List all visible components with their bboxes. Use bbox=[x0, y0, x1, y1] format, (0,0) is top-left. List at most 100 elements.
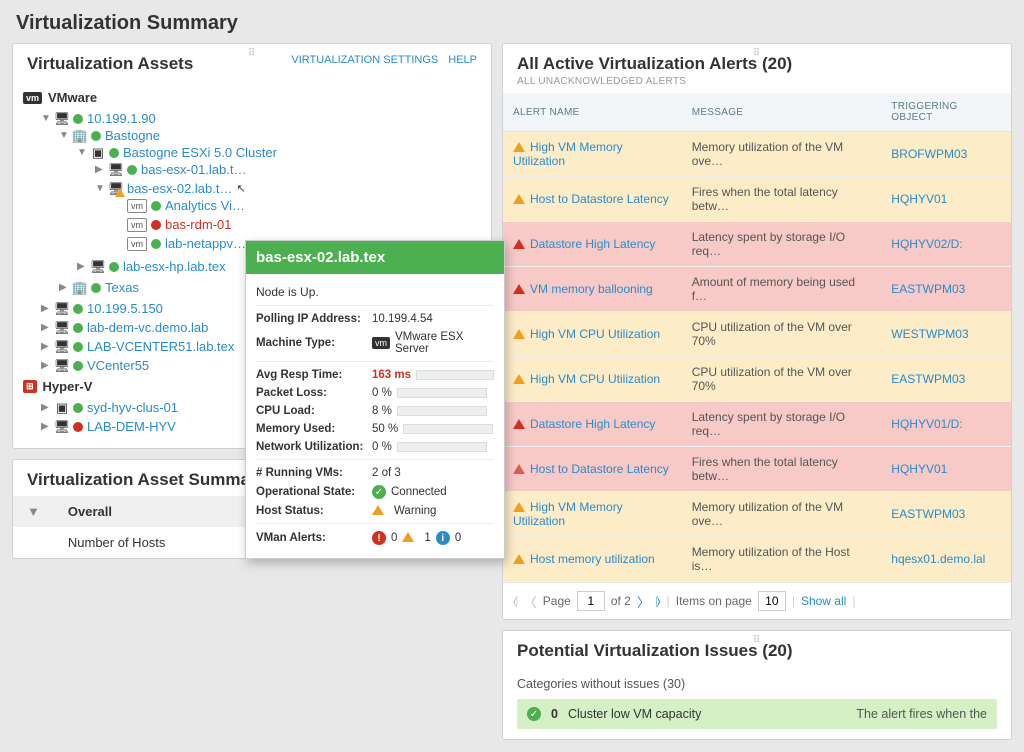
hyperv-icon: ⊞ bbox=[23, 380, 37, 393]
alert-name-link[interactable]: Datastore High Latency bbox=[530, 417, 655, 431]
alert-row[interactable]: VM memory ballooningAmount of memory bei… bbox=[503, 267, 1011, 312]
help-link[interactable]: HELP bbox=[448, 54, 477, 66]
alert-row[interactable]: Datastore High LatencyLatency spent by s… bbox=[503, 222, 1011, 267]
alert-name-link[interactable]: Datastore High Latency bbox=[530, 237, 655, 251]
collapse-icon[interactable]: ▼ bbox=[13, 496, 54, 527]
packet-bar bbox=[397, 388, 487, 398]
tree-label: LAB-VCENTER51.lab.tex bbox=[87, 339, 234, 354]
caret-right-icon[interactable]: ▶ bbox=[41, 360, 51, 371]
caret-right-icon[interactable]: ▶ bbox=[41, 402, 51, 413]
tree-label: Analytics Vi… bbox=[165, 198, 245, 213]
next-page-button[interactable]: 〉 bbox=[637, 592, 650, 611]
last-page-button[interactable]: ⦊ bbox=[656, 593, 661, 609]
alert-row[interactable]: Host to Datastore Latency Fires when the … bbox=[503, 177, 1011, 222]
caret-right-icon[interactable]: ▶ bbox=[41, 322, 51, 333]
caret-down-icon[interactable]: ▼ bbox=[41, 113, 51, 124]
host-icon: 🖥 bbox=[55, 112, 69, 126]
severity-icon bbox=[513, 464, 525, 474]
caret-right-icon[interactable]: ▶ bbox=[59, 282, 69, 293]
issues-panel: ⠿ Potential Virtualization Issues (20) C… bbox=[502, 630, 1012, 740]
alert-message: CPU utilization of the VM over 70% bbox=[682, 357, 882, 402]
alert-name-link[interactable]: High VM Memory Utilization bbox=[513, 140, 623, 168]
triggering-object-link[interactable]: HQHYV02/D: bbox=[891, 237, 962, 251]
caret-right-icon[interactable]: ▶ bbox=[77, 261, 87, 272]
issue-name: Cluster low VM capacity bbox=[568, 707, 701, 721]
triggering-object-link[interactable]: HQHYV01/D: bbox=[891, 417, 962, 431]
alert-row[interactable]: High VM CPU Utilization CPU utilization o… bbox=[503, 357, 1011, 402]
triggering-object-link[interactable]: EASTWPM03 bbox=[891, 282, 965, 296]
ok-icon: ✓ bbox=[372, 485, 386, 499]
alert-name-link[interactable]: High VM Memory Utilization bbox=[513, 500, 623, 528]
caret-down-icon[interactable]: ▼ bbox=[77, 147, 87, 158]
col-message[interactable]: MESSAGE bbox=[682, 93, 882, 132]
status-up-icon bbox=[73, 114, 83, 124]
tree-node[interactable]: ▼ ▣ Bastogne ESXi 5.0 Cluster bbox=[77, 145, 481, 160]
alert-name-link[interactable]: High VM CPU Utilization bbox=[530, 327, 660, 341]
vman-alerts-value: !0 1 i0 bbox=[372, 531, 494, 545]
drag-handle-icon[interactable]: ⠿ bbox=[753, 48, 761, 59]
triggering-object-link[interactable]: hqesx01.demo.lal bbox=[891, 552, 985, 566]
net-bar bbox=[397, 442, 487, 452]
caret-down-icon[interactable]: ▼ bbox=[95, 183, 105, 194]
tree-node[interactable]: ▼ 🏢 Bastogne bbox=[59, 128, 481, 143]
caret-right-icon[interactable]: ▶ bbox=[41, 303, 51, 314]
items-input[interactable] bbox=[758, 591, 786, 611]
triggering-object-link[interactable]: BROFWPM03 bbox=[891, 147, 967, 161]
alert-message: Fires when the total latency betw… bbox=[682, 177, 882, 222]
tree-label: VCenter55 bbox=[87, 358, 149, 373]
alert-row[interactable]: Host to Datastore Latency Fires when the … bbox=[503, 447, 1011, 492]
memory-used-value: 50 % bbox=[372, 423, 398, 435]
triggering-object-link[interactable]: HQHYV01 bbox=[891, 462, 947, 476]
alert-row[interactable]: Host memory utilizationMemory utilizatio… bbox=[503, 537, 1011, 582]
col-alert-name[interactable]: ALERT NAME bbox=[503, 93, 682, 132]
alert-name-link[interactable]: Host to Datastore Latency bbox=[530, 462, 669, 476]
triggering-object-link[interactable]: HQHYV01 bbox=[891, 192, 947, 206]
vman-alerts-label: VMan Alerts: bbox=[256, 532, 366, 544]
drag-handle-icon[interactable]: ⠿ bbox=[753, 635, 761, 646]
tooltip-status: Node is Up. bbox=[256, 285, 319, 299]
tree-node[interactable]: vmbas-rdm-01 bbox=[113, 217, 481, 232]
assets-title: Virtualization Assets bbox=[27, 54, 193, 74]
avg-resp-label: Avg Resp Time: bbox=[256, 369, 366, 381]
tree-node-selected[interactable]: ▼ 🖥 bas-esx-02.lab.t… ↖ bbox=[95, 181, 481, 196]
col-triggering-object[interactable]: TRIGGERING OBJECT bbox=[881, 93, 1011, 132]
show-all-link[interactable]: Show all bbox=[801, 594, 846, 608]
alert-row[interactable]: High VM Memory UtilizationMemory utiliza… bbox=[503, 132, 1011, 177]
page-label: Page bbox=[543, 594, 571, 608]
op-state-value: Connected bbox=[391, 486, 447, 498]
caret-right-icon[interactable]: ▶ bbox=[41, 421, 51, 432]
tree-label: LAB-DEM-HYV bbox=[87, 419, 176, 434]
tree-node[interactable]: vm Analytics Vi… bbox=[113, 198, 481, 213]
vmware-group[interactable]: vm VMware bbox=[23, 86, 481, 109]
hyperv-label: Hyper-V bbox=[43, 379, 93, 394]
status-up-icon bbox=[91, 283, 101, 293]
tree-node[interactable]: ▶🖥bas-esx-01.lab.t… bbox=[95, 162, 481, 177]
alert-row[interactable]: High VM Memory UtilizationMemory utiliza… bbox=[503, 492, 1011, 537]
alert-name-link[interactable]: Host to Datastore Latency bbox=[530, 192, 669, 206]
page-input[interactable] bbox=[577, 591, 605, 611]
severity-icon bbox=[513, 419, 525, 429]
alert-row[interactable]: Datastore High LatencyLatency spent by s… bbox=[503, 402, 1011, 447]
status-down-icon bbox=[73, 422, 83, 432]
alert-name-link[interactable]: High VM CPU Utilization bbox=[530, 372, 660, 386]
prev-page-button[interactable]: 〈 bbox=[524, 592, 537, 611]
alert-name-link[interactable]: Host memory utilization bbox=[530, 552, 655, 566]
alerts-table: ALERT NAME MESSAGE TRIGGERING OBJECT Hig… bbox=[503, 93, 1011, 582]
tree-node[interactable]: ▼ 🖥 10.199.1.90 bbox=[41, 111, 481, 126]
alert-name-link[interactable]: VM memory ballooning bbox=[530, 282, 653, 296]
triggering-object-link[interactable]: WESTWPM03 bbox=[891, 327, 968, 341]
alert-row[interactable]: High VM CPU UtilizationCPU utilization o… bbox=[503, 312, 1011, 357]
caret-right-icon[interactable]: ▶ bbox=[95, 164, 105, 175]
vm-icon: vm bbox=[127, 199, 147, 213]
severity-icon bbox=[513, 284, 525, 294]
triggering-object-link[interactable]: EASTWPM03 bbox=[891, 507, 965, 521]
alert-message: Fires when the total latency betw… bbox=[682, 447, 882, 492]
triggering-object-link[interactable]: EASTWPM03 bbox=[891, 372, 965, 386]
issue-row[interactable]: ✓ 0 Cluster low VM capacity The alert fi… bbox=[517, 699, 997, 729]
drag-handle-icon[interactable]: ⠿ bbox=[248, 48, 256, 59]
caret-down-icon[interactable]: ▼ bbox=[59, 130, 69, 141]
virtualization-settings-link[interactable]: VIRTUALIZATION SETTINGS bbox=[291, 54, 438, 66]
caret-right-icon[interactable]: ▶ bbox=[41, 341, 51, 352]
avg-resp-value: 163 ms bbox=[372, 369, 411, 381]
first-page-button[interactable]: ⦉ bbox=[513, 593, 518, 609]
